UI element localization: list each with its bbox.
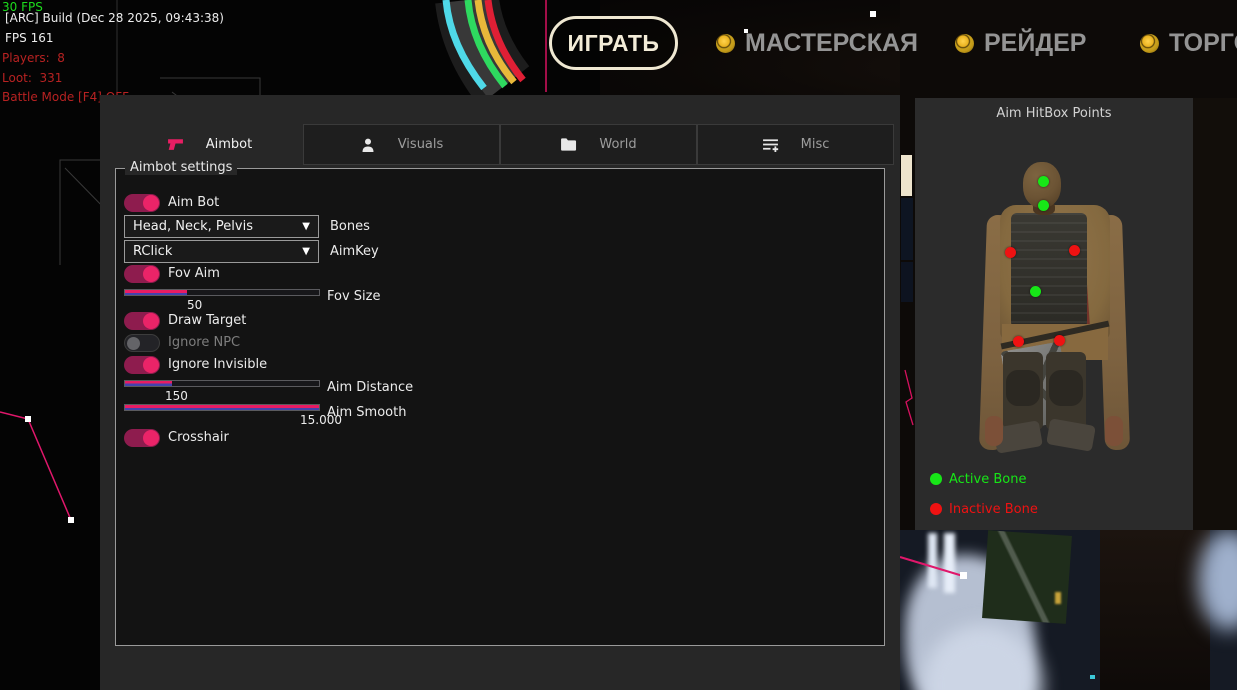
tab-label: Misc bbox=[801, 137, 830, 152]
screen: 30 FPS [ARC] Build (Dec 28 2025, 09:43:3… bbox=[0, 0, 1237, 690]
draw-target-label: Draw Target bbox=[168, 313, 246, 328]
menu-item-label: ТОРГО bbox=[1169, 29, 1237, 58]
tab-label: Visuals bbox=[398, 137, 444, 152]
aim-bot-label: Aim Bot bbox=[168, 195, 219, 210]
legend-inactive-bone: Inactive Bone bbox=[930, 502, 1038, 516]
inactive-bone-dot bbox=[930, 503, 942, 515]
bone-point-neck[interactable] bbox=[1038, 200, 1049, 211]
bone-point-left-thigh[interactable] bbox=[1013, 336, 1024, 347]
tab-aimbot[interactable]: Aimbot bbox=[116, 124, 303, 165]
fps-text: FPS 161 bbox=[5, 31, 53, 45]
aim-smooth-label: Aim Smooth bbox=[327, 405, 406, 420]
menu-item-raider[interactable]: РЕЙДЕР bbox=[955, 27, 1086, 59]
bones-dropdown[interactable]: Head, Neck, Pelvis ▼ bbox=[124, 215, 319, 238]
folder-icon bbox=[560, 137, 577, 152]
tab-world[interactable]: World bbox=[500, 124, 697, 165]
aim-distance-label: Aim Distance bbox=[327, 380, 413, 395]
bones-value: Head, Neck, Pelvis bbox=[133, 219, 253, 234]
slider-fill bbox=[125, 405, 319, 410]
coin-icon bbox=[1140, 34, 1159, 53]
tab-visuals[interactable]: Visuals bbox=[303, 124, 500, 165]
pistol-icon bbox=[167, 137, 184, 152]
ignore-npc-label: Ignore NPC bbox=[168, 335, 240, 350]
person-icon bbox=[360, 137, 376, 153]
ignore-invisible-toggle[interactable] bbox=[124, 356, 160, 374]
menu-item-workshop[interactable]: МАСТЕРСКАЯ bbox=[716, 27, 918, 59]
active-bone-dot bbox=[930, 473, 942, 485]
play-button[interactable]: ИГРАТЬ bbox=[549, 16, 678, 70]
menu-item-label: РЕЙДЕР bbox=[984, 29, 1086, 58]
crosshair-toggle[interactable] bbox=[124, 429, 160, 447]
aimkey-label: AimKey bbox=[330, 244, 379, 259]
group-title: Aimbot settings bbox=[125, 160, 237, 175]
bone-point-right-thigh[interactable] bbox=[1054, 335, 1065, 346]
legend-label: Inactive Bone bbox=[949, 502, 1038, 517]
fov-size-slider[interactable] bbox=[124, 289, 320, 296]
tab-label: Aimbot bbox=[206, 137, 252, 152]
fov-size-label: Fov Size bbox=[327, 289, 380, 304]
fov-aim-toggle[interactable] bbox=[124, 265, 160, 283]
chevron-down-icon: ▼ bbox=[302, 246, 310, 257]
bone-point-pelvis[interactable] bbox=[1030, 286, 1041, 297]
build-text: [ARC] Build (Dec 28 2025, 09:43:38) bbox=[5, 11, 224, 25]
bone-point-left-shoulder[interactable] bbox=[1005, 247, 1016, 258]
fov-size-value: 50 bbox=[187, 298, 202, 312]
aimkey-value: RClick bbox=[133, 244, 172, 259]
cheat-window: Aimbot Visuals World Misc Aimbot setting… bbox=[100, 95, 900, 690]
crosshair-label: Crosshair bbox=[168, 430, 229, 445]
tab-label: World bbox=[599, 137, 636, 152]
slider-fill bbox=[125, 290, 187, 295]
aim-distance-value: 150 bbox=[165, 389, 188, 403]
loot-text: Loot: 331 bbox=[2, 71, 62, 85]
hitbox-panel: Aim HitBox Points Active Bone bbox=[915, 98, 1193, 530]
ignore-npc-toggle[interactable] bbox=[124, 334, 160, 352]
bone-point-right-shoulder[interactable] bbox=[1069, 245, 1080, 256]
bone-dot-layer bbox=[915, 98, 1193, 530]
tab-misc[interactable]: Misc bbox=[697, 124, 894, 165]
playlist-add-icon bbox=[762, 136, 779, 153]
aimbot-settings-group: Aimbot settings Aim Bot Head, Neck, Pelv… bbox=[115, 168, 885, 646]
menu-item-label: МАСТЕРСКАЯ bbox=[745, 29, 918, 58]
players-text: Players: 8 bbox=[2, 51, 65, 65]
ignore-invisible-label: Ignore Invisible bbox=[168, 357, 267, 372]
coin-icon bbox=[955, 34, 974, 53]
aim-bot-toggle[interactable] bbox=[124, 194, 160, 212]
aim-distance-slider[interactable] bbox=[124, 380, 320, 387]
aim-smooth-slider[interactable] bbox=[124, 404, 320, 411]
slider-fill bbox=[125, 381, 172, 386]
draw-target-toggle[interactable] bbox=[124, 312, 160, 330]
legend-label: Active Bone bbox=[949, 472, 1026, 487]
legend-active-bone: Active Bone bbox=[930, 472, 1026, 486]
coin-icon bbox=[716, 34, 735, 53]
bones-label: Bones bbox=[330, 219, 370, 234]
aimkey-dropdown[interactable]: RClick ▼ bbox=[124, 240, 319, 263]
chevron-down-icon: ▼ bbox=[302, 221, 310, 232]
bone-point-head[interactable] bbox=[1038, 176, 1049, 187]
menu-item-trade[interactable]: ТОРГО bbox=[1140, 27, 1237, 59]
fov-aim-label: Fov Aim bbox=[168, 266, 220, 281]
